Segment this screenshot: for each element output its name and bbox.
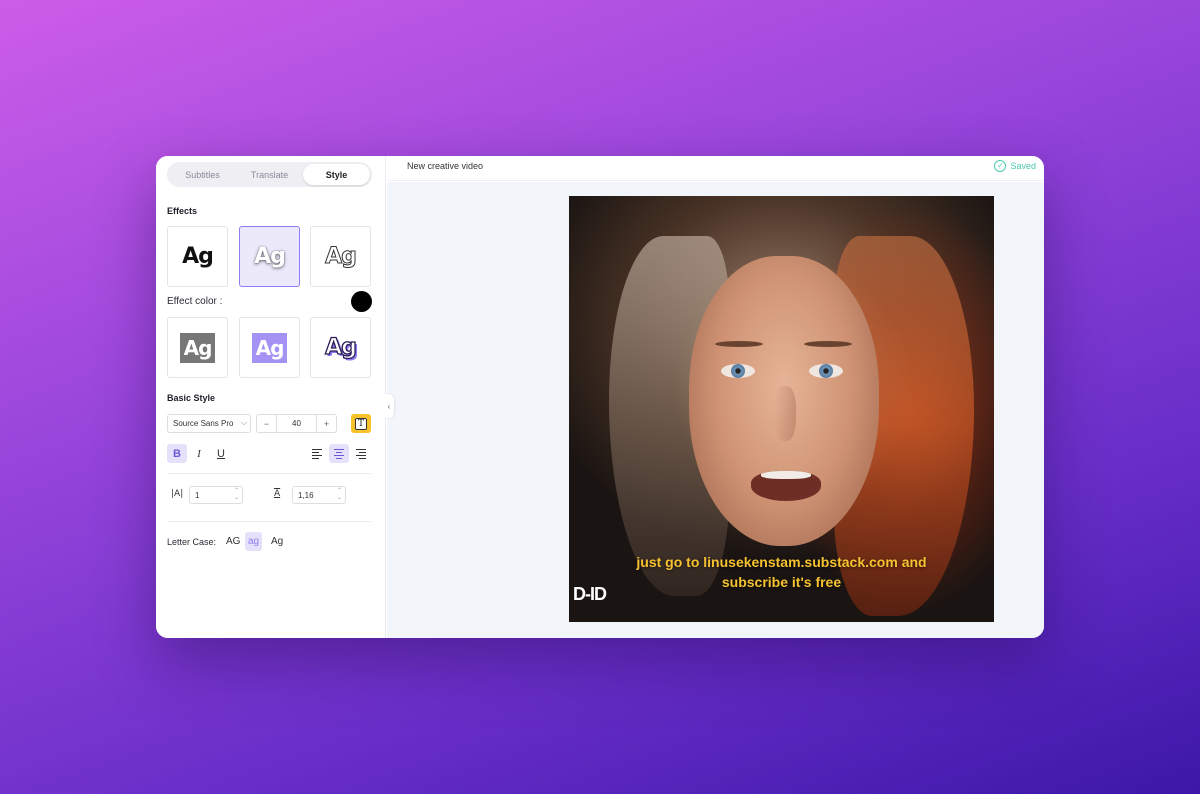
bold-button[interactable]: B	[167, 444, 187, 463]
case-lower-option[interactable]: ag	[245, 532, 263, 551]
portrait-eye	[809, 364, 843, 378]
letter-spacing-input[interactable]: 1 ⌃ ⌄	[189, 486, 243, 504]
case-upper-option[interactable]: AG	[223, 532, 243, 551]
font-size-input[interactable]: 40	[276, 415, 317, 432]
align-right-icon	[356, 448, 366, 459]
text-color-icon: T	[355, 417, 367, 430]
saved-status: ✓ Saved	[994, 160, 1036, 172]
preview-stage: just go to linusekenstam.substack.com an…	[387, 182, 1044, 638]
video-title[interactable]: New creative video	[407, 161, 483, 171]
effect-outline-shadow-tile[interactable]: Ag	[310, 317, 371, 378]
underline-button[interactable]: U	[211, 444, 231, 463]
divider	[167, 473, 372, 474]
effect-outline-tile[interactable]: Ag	[310, 226, 371, 287]
spinner-icon[interactable]: ⌃ ⌄	[337, 488, 342, 502]
font-family-value: Source Sans Pro	[173, 419, 234, 428]
check-circle-icon: ✓	[994, 160, 1007, 172]
effect-preview-text: Ag	[251, 332, 288, 363]
effect-preview-text: Ag	[324, 334, 357, 360]
effect-preview-text: Ag	[325, 244, 358, 270]
line-height-icon: A	[274, 489, 281, 499]
font-family-select[interactable]: Source Sans Pro ⌵	[167, 414, 251, 433]
effect-preview-text: Ag	[182, 244, 214, 269]
chevron-down-icon: ⌵	[240, 418, 247, 427]
increase-size-button[interactable]: +	[317, 415, 336, 432]
portrait-brow	[804, 341, 852, 347]
did-watermark-logo: D-ID	[573, 584, 607, 604]
tab-translate[interactable]: Translate	[236, 164, 303, 185]
effect-preview-text: Ag	[179, 332, 216, 363]
subtitle-line: subscribe it's free	[721, 574, 842, 590]
editor-header: New creative video ✓ Saved	[387, 156, 1044, 181]
effect-preview-text: Ag	[254, 244, 286, 269]
effect-box-purple-tile[interactable]: Ag	[239, 317, 300, 378]
portrait-eye	[721, 364, 755, 378]
letter-case-label: Letter Case:	[167, 537, 217, 547]
font-size-stepper: − 40 +	[256, 414, 337, 433]
text-color-button[interactable]: T	[351, 414, 371, 433]
saved-label: Saved	[1010, 161, 1036, 171]
letter-spacing-icon: |A|	[171, 489, 184, 499]
letter-spacing-value: 1	[195, 490, 200, 500]
portrait-brow	[715, 341, 763, 347]
align-right-button[interactable]	[351, 444, 371, 463]
align-center-icon	[334, 448, 344, 459]
subtitle-line: just go to linusekenstam.substack.com an…	[636, 554, 927, 570]
style-panel: Subtitles Translate Style Effects Ag Ag …	[156, 156, 386, 638]
effect-none-tile[interactable]: Ag	[167, 226, 228, 287]
effect-box-gray-tile[interactable]: Ag	[167, 317, 228, 378]
editor-window: Subtitles Translate Style Effects Ag Ag …	[156, 156, 1044, 638]
case-title-option[interactable]: Ag	[268, 532, 286, 551]
line-height-value: 1,16	[298, 490, 314, 500]
effect-color-label: Effect color :	[167, 296, 223, 307]
basic-style-title: Basic Style	[167, 393, 216, 403]
panel-tabs: Subtitles Translate Style	[167, 162, 372, 187]
collapse-panel-button[interactable]: ‹	[384, 394, 394, 418]
effect-color-swatch[interactable]	[351, 291, 372, 312]
tab-style[interactable]: Style	[303, 164, 370, 185]
effect-shadow-tile[interactable]: Ag	[239, 226, 300, 287]
italic-button[interactable]: I	[189, 444, 209, 463]
portrait-nose	[774, 386, 796, 441]
align-left-icon	[312, 448, 322, 459]
subtitle-overlay: just go to linusekenstam.substack.com an…	[569, 552, 994, 592]
align-center-button[interactable]	[329, 444, 349, 463]
spinner-icon[interactable]: ⌃ ⌄	[234, 488, 239, 502]
line-height-input[interactable]: 1,16 ⌃ ⌄	[292, 486, 346, 504]
video-preview[interactable]: just go to linusekenstam.substack.com an…	[569, 196, 994, 622]
portrait-mouth	[751, 471, 821, 501]
decrease-size-button[interactable]: −	[257, 415, 276, 432]
portrait-face	[689, 256, 879, 546]
divider	[167, 521, 372, 522]
effects-title: Effects	[167, 206, 198, 216]
align-left-button[interactable]	[307, 444, 327, 463]
tab-subtitles[interactable]: Subtitles	[169, 164, 236, 185]
